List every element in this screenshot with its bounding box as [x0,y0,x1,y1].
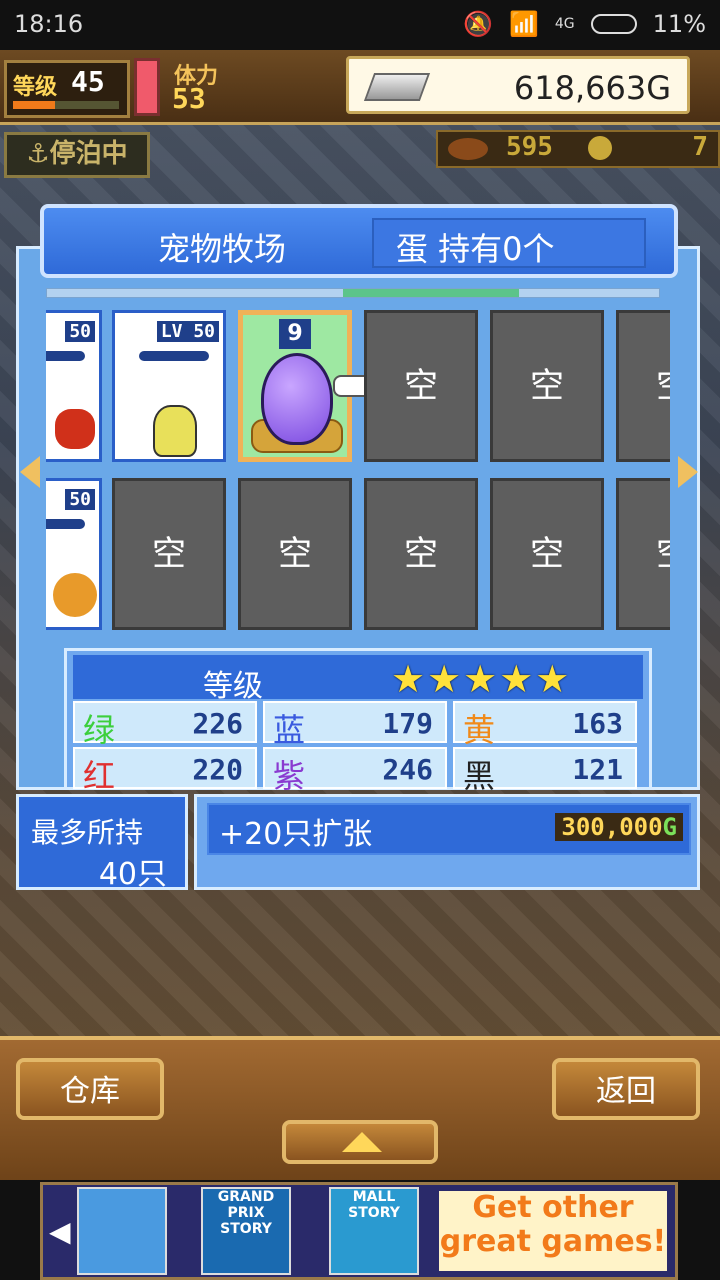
stats-panel: 等级 ★★★★★ 绿 226 蓝 179 黄 163 红 220 紫 246 黑… [64,648,652,795]
resource-a: 595 [506,132,553,162]
status-time: 18:16 [14,10,84,38]
ad-cta[interactable]: Get other great games! [439,1191,667,1271]
stat-cell: 绿 226 [73,701,257,749]
pet-sprite-icon [55,409,95,449]
pet-slot[interactable]: 50 [46,478,102,630]
status-bar: 18:16 🔕 📶 4G 11% [0,0,720,50]
stat-value: 179 [382,707,433,740]
empty-slot[interactable]: 空 [490,478,604,630]
expand-price-unit: G [662,813,677,841]
pet-grid[interactable]: 50 LV 50 9 空 空 空 50 空 空 空 空 空 [46,306,670,636]
stat-value: 121 [572,753,623,786]
egg-status: 蛋 持有0个 [396,230,555,268]
exp-bar [13,101,119,109]
stat-value: 226 [192,707,243,740]
level-value: 45 [71,65,105,98]
stat-name: 黑 [463,757,496,795]
pet-slot[interactable]: LV 50 [112,310,226,462]
pet-hp-bar [46,519,85,529]
ad-banner[interactable]: ◀ GRAND PRIX STORY MALL STORY Get other … [40,1182,678,1280]
stat-cell: 蓝 179 [263,701,447,749]
level-label: 等级 [13,75,58,100]
empty-slot[interactable]: 空 [616,310,670,462]
pet-hp-bar [139,351,209,361]
docked-status[interactable]: ⚓停泊中 [4,132,150,178]
pet-slot[interactable]: 50 [46,310,102,462]
empty-slot[interactable]: 空 [238,478,352,630]
mute-icon: 🔕 [463,10,493,38]
ad-game-kingdom[interactable] [77,1187,167,1275]
max-label: 最多所持 [31,816,144,849]
stat-name: 红 [83,757,116,795]
grade-label: 等级 [203,669,263,704]
stat-name: 黄 [463,711,496,749]
gold-amount: 618,663G [513,69,671,107]
stat-name: 蓝 [273,711,306,749]
battery-percent: 11% [652,10,706,38]
wifi-icon: 📶 [509,10,539,38]
back-button[interactable]: 返回 [552,1058,700,1120]
expand-capacity-button[interactable]: +20只扩张 300,000G [194,794,700,890]
stat-name: 紫 [273,757,306,795]
panel-title-bar: 宠物牧场 蛋 持有0个 [40,204,678,278]
battery-icon [590,14,637,34]
egg-count: 9 [279,319,311,349]
warehouse-button[interactable]: 仓库 [16,1058,164,1120]
stamina-gauge [134,58,160,116]
stat-cell: 紫 246 [263,747,447,795]
stat-value: 246 [382,753,433,786]
ad-game-grandprix[interactable]: GRAND PRIX STORY [201,1187,291,1275]
empty-slot[interactable]: 空 [616,478,670,630]
expand-inner: +20只扩张 300,000G [207,803,691,855]
silver-bar-icon [363,73,431,101]
stat-value: 220 [192,753,243,786]
gold-box: 618,663G [346,56,690,114]
level-box: 等级 45 [4,60,130,118]
pet-hp-bar [46,351,85,361]
scroll-left-arrow-icon[interactable] [20,456,40,488]
food-icon [448,138,488,160]
stamina-box: 体力 53 [168,58,338,115]
empty-slot[interactable]: 空 [112,478,226,630]
resource-b: 7 [692,132,708,162]
stat-name: 绿 [83,711,116,749]
panel-title: 宠物牧场 [158,230,287,268]
empty-slot[interactable]: 空 [364,478,478,630]
pet-sprite-icon [153,405,197,457]
up-arrow-icon [342,1132,382,1152]
expand-label: +20只扩张 [219,817,373,852]
grade-header: 等级 ★★★★★ [73,655,643,704]
max-value: 40只 [98,857,167,892]
expand-price: 300,000G [555,813,683,841]
stat-value: 163 [572,707,623,740]
ad-back-icon[interactable]: ◀ [49,1215,71,1248]
egg-icon [261,353,333,445]
egg-status-box: 蛋 持有0个 [372,218,646,268]
grade-stars: ★★★★★ [391,657,572,701]
egg-slot[interactable]: 9 [238,310,373,462]
stat-cell: 黑 121 [453,747,637,795]
expand-menu-button[interactable] [282,1120,438,1164]
stat-cell: 红 220 [73,747,257,795]
expand-price-value: 300,000 [561,813,663,841]
resource-bar: 595 7 [436,130,720,168]
pet-level: 50 [65,489,95,510]
max-capacity-box: 最多所持 40只 [16,794,188,892]
empty-slot[interactable]: 空 [490,310,604,462]
pet-level: 50 [65,321,95,342]
stamina-value: 53 [172,82,206,115]
pet-sprite-icon [53,573,97,617]
docked-label: 停泊中 [49,139,128,169]
coin-icon [588,136,612,160]
network-label: 4G [554,16,575,32]
scroll-right-arrow-icon[interactable] [678,456,698,488]
empty-slot[interactable]: 空 [364,310,478,462]
scroll-indicator [46,288,660,298]
pet-level: LV 50 [156,321,219,342]
ad-game-mall[interactable]: MALL STORY [329,1187,419,1275]
stat-cell: 黄 163 [453,701,637,749]
